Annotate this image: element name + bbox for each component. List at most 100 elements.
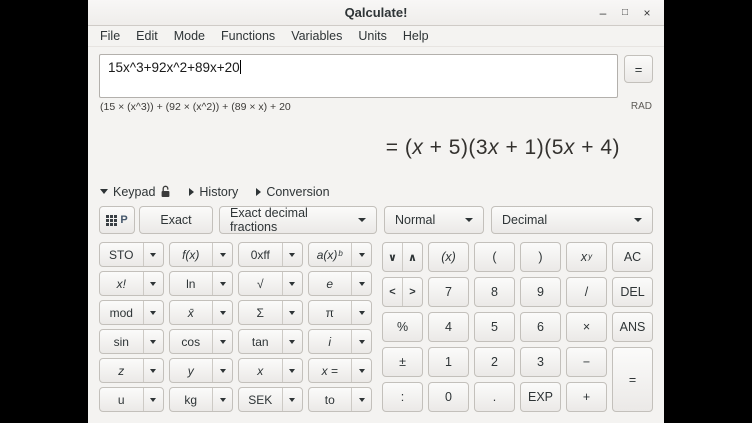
- key-left[interactable]: <: [383, 278, 402, 306]
- key-sqrt-button[interactable]: √: [239, 272, 282, 295]
- key-del[interactable]: DEL: [612, 277, 653, 307]
- exact-toggle-button[interactable]: Exact: [139, 206, 213, 234]
- expression-input[interactable]: 15x^3+92x^2+89x+20: [99, 54, 618, 98]
- key-multiply[interactable]: ×: [566, 312, 607, 342]
- key-kg-menu[interactable]: [212, 388, 232, 411]
- menu-item-file[interactable]: File: [92, 27, 128, 45]
- key-kg-button[interactable]: kg: [170, 388, 213, 411]
- key-percent[interactable]: %: [382, 312, 423, 342]
- key-y-menu[interactable]: [212, 359, 232, 382]
- key-e-menu[interactable]: [351, 272, 371, 295]
- key-ans[interactable]: ANS: [612, 312, 653, 342]
- key-to-button[interactable]: to: [309, 388, 352, 411]
- key-sin-button[interactable]: sin: [100, 330, 143, 353]
- fraction-mode-dropdown[interactable]: Exact decimal fractions: [219, 206, 377, 234]
- display-mode-dropdown[interactable]: Normal: [384, 206, 484, 234]
- key-colon[interactable]: :: [382, 382, 423, 412]
- key-1[interactable]: 1: [428, 347, 469, 377]
- key-function-menu[interactable]: [212, 243, 232, 266]
- menu-item-functions[interactable]: Functions: [213, 27, 283, 45]
- menu-item-variables[interactable]: Variables: [283, 27, 350, 45]
- programming-keypad-toggle[interactable]: P: [99, 206, 135, 234]
- key-ln-button[interactable]: ln: [170, 272, 213, 295]
- key-plus-minus[interactable]: ±: [382, 347, 423, 377]
- close-button[interactable]: ×: [636, 6, 658, 20]
- key-mod-button[interactable]: mod: [100, 301, 143, 324]
- calculate-button[interactable]: =: [624, 55, 653, 83]
- key-z-menu[interactable]: [143, 359, 163, 382]
- key-cos-menu[interactable]: [212, 330, 232, 353]
- key-left-paren[interactable]: (: [474, 242, 515, 272]
- key-assign-button[interactable]: x =: [309, 359, 352, 382]
- key-down[interactable]: ∨: [383, 243, 402, 271]
- conversion-expander[interactable]: Conversion: [256, 185, 329, 199]
- key-x-button[interactable]: x: [239, 359, 282, 382]
- key-imaginary-button[interactable]: i: [309, 330, 352, 353]
- key-mod-menu[interactable]: [143, 301, 163, 324]
- minimize-button[interactable]: –: [592, 6, 614, 20]
- menu-item-mode[interactable]: Mode: [166, 27, 213, 45]
- key-ln-menu[interactable]: [212, 272, 232, 295]
- key-power[interactable]: xy: [566, 242, 607, 272]
- key-tan-button[interactable]: tan: [239, 330, 282, 353]
- key-factorial-menu[interactable]: [143, 272, 163, 295]
- menu-item-edit[interactable]: Edit: [128, 27, 166, 45]
- key-minus[interactable]: −: [566, 347, 607, 377]
- key-equals[interactable]: =: [612, 347, 653, 412]
- key-sek-menu[interactable]: [282, 388, 302, 411]
- key-function-button[interactable]: f(x): [170, 243, 213, 266]
- unlock-icon[interactable]: [160, 185, 171, 198]
- key-decimal[interactable]: .: [474, 382, 515, 412]
- key-sin-menu[interactable]: [143, 330, 163, 353]
- keypad-expander[interactable]: Keypad: [100, 185, 171, 199]
- menu-item-units[interactable]: Units: [350, 27, 394, 45]
- number-base-dropdown[interactable]: Decimal: [491, 206, 653, 234]
- key-hex-button[interactable]: 0xff: [239, 243, 282, 266]
- key-sum-button[interactable]: Σ: [239, 301, 282, 324]
- key-ac[interactable]: AC: [612, 242, 653, 272]
- key-sek-button[interactable]: SEK: [239, 388, 282, 411]
- key-plus[interactable]: +: [566, 382, 607, 412]
- menu-item-help[interactable]: Help: [395, 27, 437, 45]
- key-mean-button[interactable]: x̄: [170, 301, 213, 324]
- key-sto-menu[interactable]: [143, 243, 163, 266]
- key-base-exponent-menu[interactable]: [351, 243, 371, 266]
- key-cos-button[interactable]: cos: [170, 330, 213, 353]
- key-base-exponent-button[interactable]: a(x)b: [309, 243, 352, 266]
- key-5[interactable]: 5: [474, 312, 515, 342]
- key-3[interactable]: 3: [520, 347, 561, 377]
- key-pi-menu[interactable]: [351, 301, 371, 324]
- key-6[interactable]: 6: [520, 312, 561, 342]
- key-imaginary-menu[interactable]: [351, 330, 371, 353]
- key-right[interactable]: >: [402, 278, 422, 306]
- key-7[interactable]: 7: [428, 277, 469, 307]
- key-4[interactable]: 4: [428, 312, 469, 342]
- key-sum-menu[interactable]: [282, 301, 302, 324]
- key-x-menu[interactable]: [282, 359, 302, 382]
- key-up[interactable]: ∧: [402, 243, 422, 271]
- key-right-paren[interactable]: ): [520, 242, 561, 272]
- key-tan-menu[interactable]: [282, 330, 302, 353]
- key-sqrt-menu[interactable]: [282, 272, 302, 295]
- key-pi-button[interactable]: π: [309, 301, 352, 324]
- key-e-button[interactable]: e: [309, 272, 352, 295]
- key-to-menu[interactable]: [351, 388, 371, 411]
- key-factorial-button[interactable]: x!: [100, 272, 143, 295]
- key-sto-button[interactable]: STO: [100, 243, 143, 266]
- key-mean-menu[interactable]: [212, 301, 232, 324]
- key-unit-u-menu[interactable]: [143, 388, 163, 411]
- key-0[interactable]: 0: [428, 382, 469, 412]
- key-y-button[interactable]: y: [170, 359, 213, 382]
- key-exp[interactable]: EXP: [520, 382, 561, 412]
- key-assign-menu[interactable]: [351, 359, 371, 382]
- maximize-button[interactable]: □: [614, 7, 636, 18]
- key-smart-parentheses[interactable]: (x): [428, 242, 469, 272]
- key-8[interactable]: 8: [474, 277, 515, 307]
- titlebar[interactable]: Qalculate! – □ ×: [88, 0, 664, 26]
- key-hex-menu[interactable]: [282, 243, 302, 266]
- key-unit-u-button[interactable]: u: [100, 388, 143, 411]
- key-9[interactable]: 9: [520, 277, 561, 307]
- key-divide[interactable]: /: [566, 277, 607, 307]
- history-expander[interactable]: History: [189, 185, 238, 199]
- key-2[interactable]: 2: [474, 347, 515, 377]
